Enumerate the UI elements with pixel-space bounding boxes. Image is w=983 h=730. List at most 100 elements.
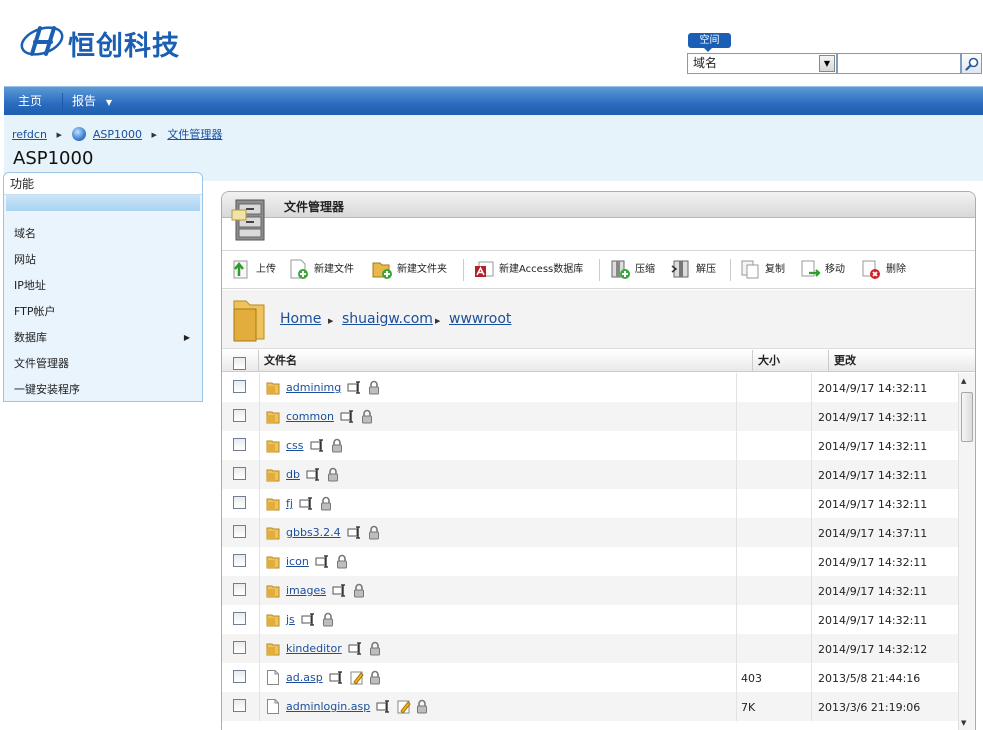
file-name-link[interactable]: ad.asp — [286, 671, 323, 684]
row-checkbox[interactable] — [233, 612, 246, 625]
rename-icon[interactable] — [329, 671, 345, 684]
row-checkbox[interactable] — [233, 467, 246, 480]
column-modified[interactable]: 更改 — [829, 350, 975, 372]
rename-icon[interactable] — [315, 555, 331, 568]
row-checkbox[interactable] — [233, 438, 246, 451]
breadcrumb-root[interactable]: refdcn — [12, 128, 47, 141]
row-checkbox[interactable] — [233, 641, 246, 654]
sidebar-item-databases[interactable]: 数据库 ▶ — [4, 325, 202, 351]
scroll-thumb[interactable] — [961, 392, 973, 442]
nav-reports[interactable]: 报告 ▼ — [72, 87, 112, 115]
lock-icon[interactable] — [369, 641, 381, 656]
lock-icon[interactable] — [369, 670, 381, 685]
sidebar-item-ip-addresses[interactable]: IP地址 — [4, 273, 202, 299]
rename-icon[interactable] — [348, 642, 364, 655]
nav-home[interactable]: 主页 — [18, 87, 42, 115]
rename-icon[interactable] — [310, 439, 326, 452]
file-name-link[interactable]: db — [286, 468, 300, 481]
table-row[interactable]: gbbs3.2.4 2014/9/17 14:37:11 — [222, 518, 958, 547]
file-name-link[interactable]: kindeditor — [286, 642, 342, 655]
copy-button[interactable]: 复制 — [739, 258, 785, 284]
table-row[interactable]: common 2014/9/17 14:32:11 — [222, 402, 958, 431]
breadcrumb-current[interactable]: 文件管理器 — [167, 128, 222, 141]
file-name-link[interactable]: adminlogin.asp — [286, 700, 370, 713]
edit-icon[interactable] — [350, 670, 364, 685]
table-row[interactable]: ad.asp 403 2013/5/8 21:44:16 — [222, 663, 958, 692]
lock-icon[interactable] — [322, 612, 334, 627]
search-button[interactable] — [961, 53, 982, 74]
row-checkbox[interactable] — [233, 554, 246, 567]
edit-icon[interactable] — [397, 699, 411, 714]
table-row[interactable]: kindeditor 2014/9/17 14:32:12 — [222, 634, 958, 663]
lock-icon[interactable] — [368, 380, 380, 395]
column-name[interactable]: 文件名 — [259, 350, 753, 372]
rename-icon[interactable] — [306, 468, 322, 481]
file-name-link[interactable]: adminimg — [286, 381, 341, 394]
row-checkbox[interactable] — [233, 496, 246, 509]
table-row[interactable]: fj 2014/9/17 14:32:11 — [222, 489, 958, 518]
select-all-checkbox[interactable] — [233, 356, 246, 370]
lock-icon[interactable] — [416, 699, 428, 714]
row-checkbox[interactable] — [233, 409, 246, 422]
path-segment[interactable]: Home — [280, 311, 321, 327]
sidebar-item-one-click-installer[interactable]: 一键安装程序 — [4, 377, 202, 401]
table-row[interactable]: css 2014/9/17 14:32:11 — [222, 431, 958, 460]
delete-button[interactable]: 删除 — [860, 258, 906, 284]
rename-icon[interactable] — [301, 613, 317, 626]
sidebar-item-ftp-accounts[interactable]: FTP帐户 — [4, 299, 202, 325]
column-size[interactable]: 大小 — [753, 350, 829, 372]
row-checkbox[interactable] — [233, 670, 246, 683]
lock-icon[interactable] — [361, 409, 373, 424]
chevron-down-icon[interactable]: ▼ — [819, 55, 835, 72]
sidebar-item-file-manager[interactable]: 文件管理器 — [4, 351, 202, 377]
move-button[interactable]: 移动 — [799, 258, 845, 284]
scrollbar[interactable]: ▲ ▼ — [958, 373, 975, 730]
rename-icon[interactable] — [332, 584, 348, 597]
sidebar-item-websites[interactable]: 网站 — [4, 247, 202, 273]
lock-icon[interactable] — [368, 525, 380, 540]
breadcrumb-site[interactable]: ASP1000 — [93, 128, 142, 141]
lock-icon[interactable] — [331, 438, 343, 453]
row-checkbox[interactable] — [233, 380, 246, 393]
path-segment[interactable]: wwwroot — [449, 311, 511, 327]
new-folder-button[interactable]: 新建文件夹 — [371, 258, 447, 284]
rename-icon[interactable] — [340, 410, 356, 423]
rename-icon[interactable] — [347, 381, 363, 394]
table-row[interactable]: icon 2014/9/17 14:32:11 — [222, 547, 958, 576]
search-type-select[interactable]: 域名 ▼ — [687, 53, 837, 74]
table-row[interactable]: js 2014/9/17 14:32:11 — [222, 605, 958, 634]
file-name-link[interactable]: icon — [286, 555, 309, 568]
scroll-down-icon[interactable]: ▼ — [961, 719, 966, 727]
new-access-db-button[interactable]: 新建Access数据库 — [473, 258, 583, 284]
table-row[interactable]: db 2014/9/17 14:32:11 — [222, 460, 958, 489]
cell-divider — [736, 518, 737, 547]
row-checkbox[interactable] — [233, 583, 246, 596]
table-row[interactable]: adminimg 2014/9/17 14:32:11 — [222, 373, 958, 402]
lock-icon[interactable] — [336, 554, 348, 569]
file-name-link[interactable]: images — [286, 584, 326, 597]
lock-icon[interactable] — [353, 583, 365, 598]
table-row[interactable]: adminlogin.asp 7K 2013/3/6 21:19:06 — [222, 692, 958, 721]
copy-icon — [741, 260, 759, 279]
table-row[interactable]: images 2014/9/17 14:32:11 — [222, 576, 958, 605]
file-name-link[interactable]: fj — [286, 497, 293, 510]
row-checkbox[interactable] — [233, 699, 246, 712]
rename-icon[interactable] — [347, 526, 363, 539]
extract-button[interactable]: 解压 — [670, 258, 716, 284]
file-name-link[interactable]: common — [286, 410, 334, 423]
row-checkbox[interactable] — [233, 525, 246, 538]
file-name-link[interactable]: js — [286, 613, 295, 626]
new-file-button[interactable]: 新建文件 — [288, 258, 354, 284]
rename-icon[interactable] — [299, 497, 315, 510]
file-name-link[interactable]: gbbs3.2.4 — [286, 526, 341, 539]
lock-icon[interactable] — [320, 496, 332, 511]
compress-button[interactable]: 压缩 — [609, 258, 655, 284]
scroll-up-icon[interactable]: ▲ — [961, 377, 966, 385]
rename-icon[interactable] — [376, 700, 392, 713]
lock-icon[interactable] — [327, 467, 339, 482]
file-name-link[interactable]: css — [286, 439, 304, 452]
search-input[interactable] — [837, 53, 961, 74]
sidebar-item-domains[interactable]: 域名 — [4, 221, 202, 247]
path-segment[interactable]: shuaigw.com — [342, 311, 433, 327]
upload-button[interactable]: 上传 — [230, 258, 276, 284]
